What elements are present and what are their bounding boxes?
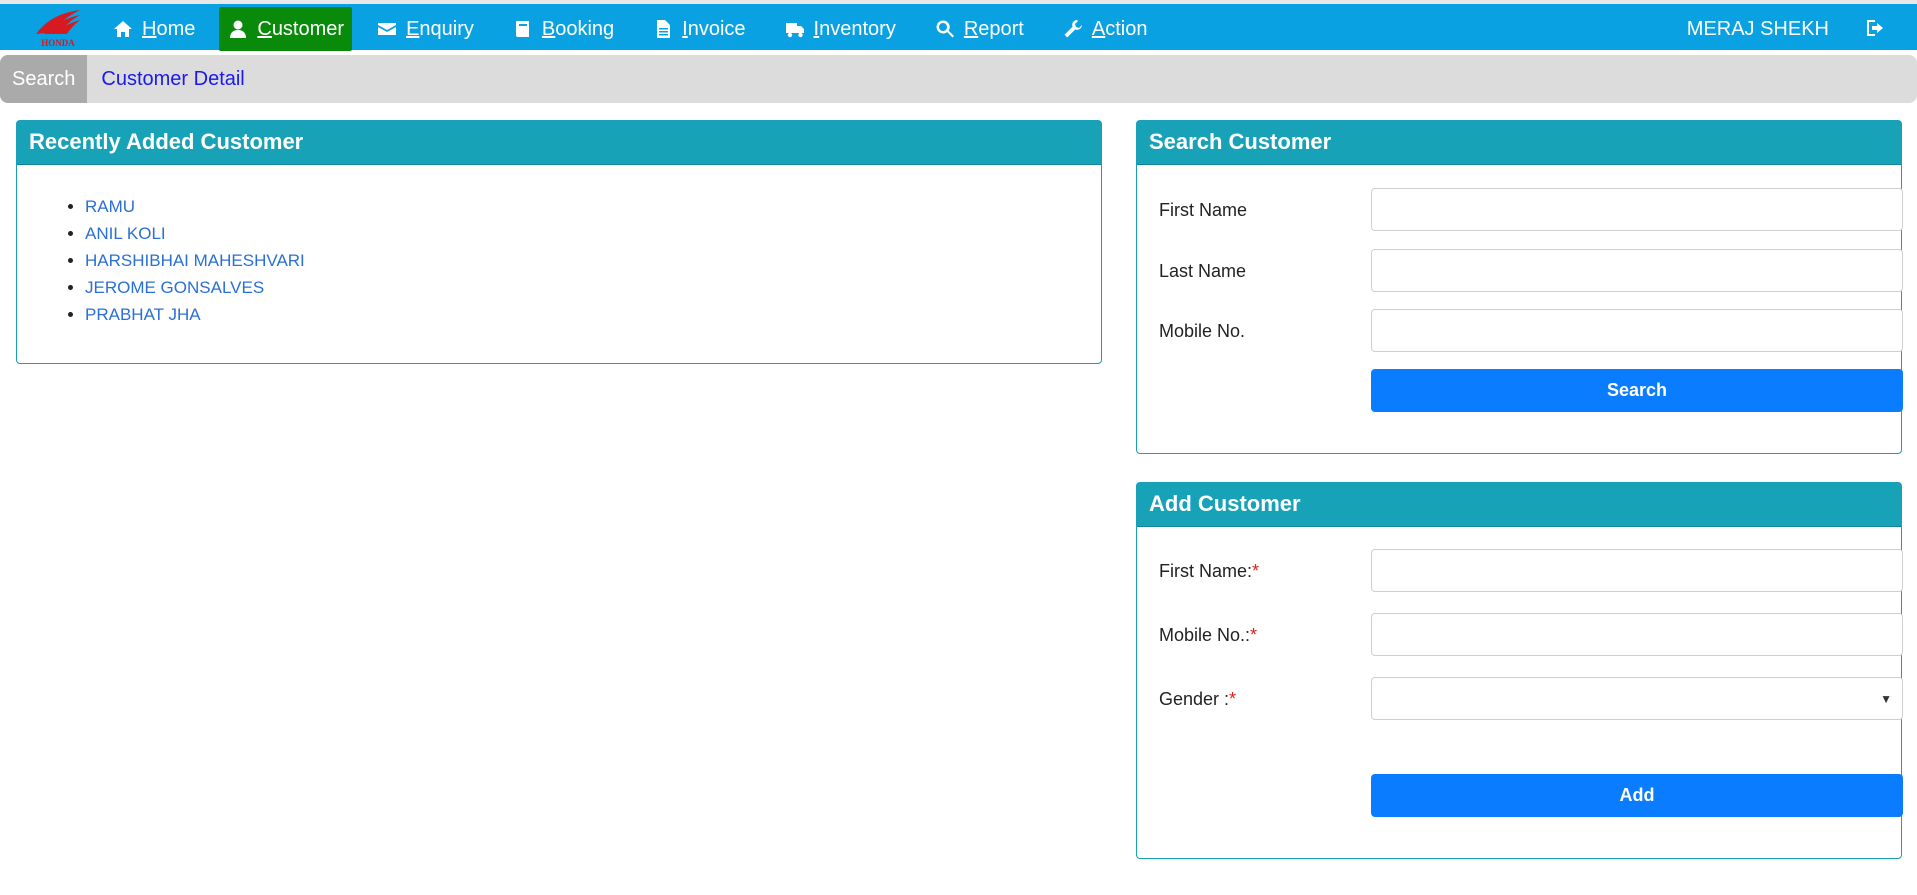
form-row-mobile: Mobile No.: [1159, 309, 1903, 353]
panel-title: Search Customer: [1137, 121, 1901, 165]
nav-label: Enquiry: [406, 17, 474, 40]
nav-label: Booking: [541, 17, 615, 40]
panel-title: Recently Added Customer: [17, 121, 1101, 165]
first-name-label-text: First Name:: [1159, 561, 1253, 581]
main-nav: Home Customer Enquiry Booking Invoice In…: [98, 4, 1171, 54]
honda-wing-icon: HONDA: [36, 10, 80, 48]
required-mark: *: [1252, 561, 1260, 581]
form-row-last-name: Last Name: [1159, 249, 1903, 293]
nav-label: Report: [963, 17, 1024, 40]
nav-label: Invoice: [682, 17, 746, 40]
nav-item-report[interactable]: Report: [920, 7, 1038, 51]
caret-down-icon: ▼: [1880, 692, 1892, 706]
nav-item-action[interactable]: Action: [1048, 7, 1162, 51]
nav-item-inventory[interactable]: Inventory: [770, 7, 910, 51]
form-row-first-name: First Name: [1159, 188, 1903, 232]
required-mark: *: [1250, 625, 1258, 645]
nav-item-enquiry[interactable]: Enquiry: [362, 7, 488, 51]
mobile-label-text: Mobile No.:: [1159, 625, 1251, 645]
recent-customers-panel: Recently Added Customer RAMU ANIL KOLI H…: [16, 120, 1102, 364]
list-item: RAMU: [85, 193, 1101, 220]
recent-customer-list: RAMU ANIL KOLI HARSHIBHAI MAHESHVARI JER…: [17, 193, 1101, 328]
mobile-label: Mobile No.: [1159, 321, 1246, 341]
search-button[interactable]: Search: [1371, 369, 1903, 412]
form-row-first-name: First Name:*: [1159, 549, 1903, 593]
honda-logo[interactable]: HONDA: [30, 8, 86, 50]
search-customer-panel: Search Customer First Name Last Name Mob…: [1136, 120, 1903, 454]
gender-label: Gender :*: [1159, 689, 1236, 710]
user-name[interactable]: MERAJ SHEKH: [1687, 18, 1829, 41]
list-item: ANIL KOLI: [85, 220, 1101, 247]
breadcrumb-customer-detail-link[interactable]: Customer Detail: [101, 68, 244, 91]
nav-item-invoice[interactable]: Invoice: [638, 7, 759, 51]
nav-item-booking[interactable]: Booking: [498, 7, 628, 51]
first-name-label: First Name: [1159, 200, 1248, 220]
svg-text:HONDA: HONDA: [41, 38, 75, 48]
list-item: HARSHIBHAI MAHESHVARI: [85, 247, 1101, 274]
first-name-label: First Name:*: [1159, 561, 1259, 582]
first-name-input[interactable]: [1371, 549, 1903, 592]
form-row-mobile: Mobile No.:*: [1159, 613, 1903, 657]
customer-link[interactable]: HARSHIBHAI MAHESHVARI: [85, 251, 305, 270]
book-icon: [512, 18, 534, 40]
customer-link[interactable]: PRABHAT JHA: [85, 305, 201, 324]
list-item: JEROME GONSALVES: [85, 274, 1101, 301]
mobile-input[interactable]: [1371, 613, 1903, 656]
envelope-icon: [376, 18, 398, 40]
last-name-input[interactable]: [1371, 249, 1903, 292]
gender-select[interactable]: ▼: [1371, 677, 1903, 720]
breadcrumb-search[interactable]: Search: [0, 55, 88, 103]
nav-item-home[interactable]: Home: [98, 7, 209, 51]
nav-item-customer[interactable]: Customer: [219, 7, 353, 51]
panel-title: Add Customer: [1137, 483, 1901, 527]
first-name-input[interactable]: [1371, 188, 1903, 231]
customer-link[interactable]: JEROME GONSALVES: [85, 278, 264, 297]
breadcrumb: Search Customer Detail: [0, 55, 1917, 103]
mobile-input[interactable]: [1371, 309, 1903, 352]
truck-icon: [784, 18, 806, 40]
document-icon: [652, 18, 674, 40]
wrench-icon: [1062, 18, 1084, 40]
search-icon: [934, 18, 956, 40]
home-icon: [112, 18, 134, 40]
nav-label: Inventory: [813, 17, 896, 40]
nav-label: Action: [1091, 17, 1148, 40]
customer-link[interactable]: RAMU: [85, 197, 135, 216]
list-item: PRABHAT JHA: [85, 301, 1101, 328]
required-mark: *: [1229, 689, 1237, 709]
customer-link[interactable]: ANIL KOLI: [85, 224, 166, 243]
gender-label-text: Gender :: [1159, 689, 1230, 709]
add-button[interactable]: Add: [1371, 774, 1903, 817]
add-customer-panel: Add Customer First Name:* Mobile No.:* G…: [1136, 482, 1903, 859]
top-navbar: HONDA Home Customer Enquiry Booking Invo…: [0, 0, 1917, 51]
sign-out-icon[interactable]: [1865, 18, 1887, 40]
user-icon: [227, 18, 249, 40]
mobile-label: Mobile No.:*: [1159, 625, 1257, 646]
form-row-gender: Gender :* ▼: [1159, 677, 1903, 721]
nav-label: Home: [142, 17, 196, 40]
nav-label: Customer: [257, 17, 345, 40]
last-name-label: Last Name: [1159, 261, 1247, 281]
